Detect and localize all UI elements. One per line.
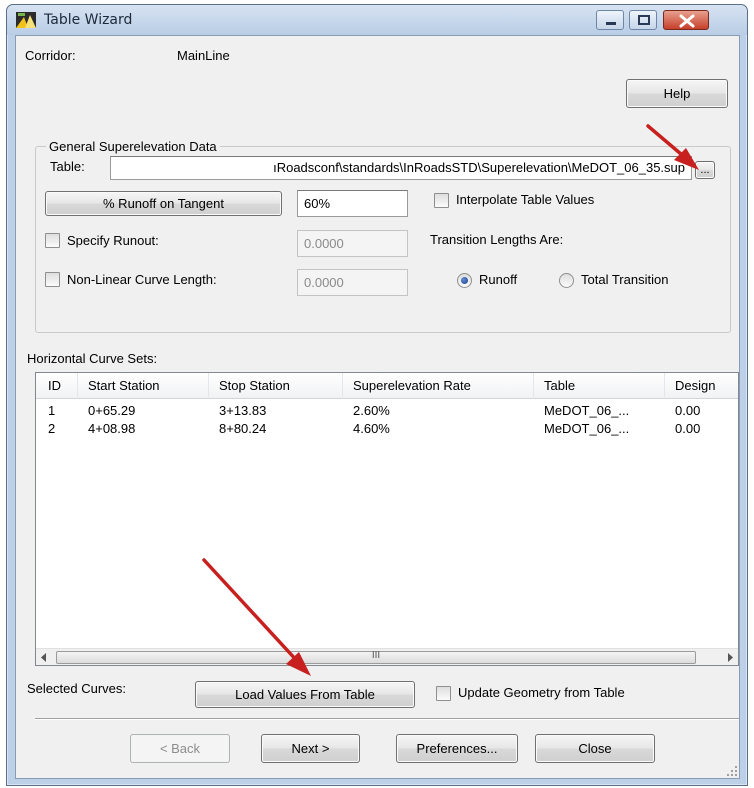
scrollbar-thumb[interactable]: III xyxy=(56,650,696,664)
title-bar[interactable]: Table Wizard xyxy=(7,5,747,35)
curve-sets-label: Horizontal Curve Sets: xyxy=(27,351,158,366)
load-values-button[interactable]: Load Values From Table xyxy=(195,681,415,708)
column-stop-station[interactable]: Stop Station xyxy=(209,373,343,399)
close-button[interactable]: Close xyxy=(535,734,655,763)
selected-curves-label: Selected Curves: xyxy=(27,681,126,696)
scroll-right-icon[interactable] xyxy=(725,652,735,663)
minimize-icon xyxy=(606,22,616,25)
table-row[interactable]: 1 0+65.29 3+13.83 2.60% MeDOT_06_... 0.0… xyxy=(36,402,738,420)
corridor-label: Corridor: xyxy=(25,48,76,63)
scroll-left-icon[interactable] xyxy=(39,652,49,663)
scroll-grip: III xyxy=(371,650,381,661)
maximize-button[interactable] xyxy=(629,10,657,30)
corridor-value: MainLine xyxy=(177,48,230,63)
cell-stop-station: 3+13.83 xyxy=(219,403,267,418)
nonlinear-curve-checkbox[interactable] xyxy=(45,272,60,287)
window-title: Table Wizard xyxy=(44,12,133,28)
total-transition-radio-label: Total Transition xyxy=(581,272,669,287)
update-geometry-label: Update Geometry from Table xyxy=(458,685,625,700)
runoff-percent-value: 60% xyxy=(304,196,331,211)
table-path-text: ıRoadsconf\standards\InRoadsSTD\Superele… xyxy=(273,160,685,175)
inroads-app-icon xyxy=(16,12,36,28)
specify-runout-checkbox[interactable] xyxy=(45,233,60,248)
table-path-field[interactable]: ıRoadsconf\standards\InRoadsSTD\Superele… xyxy=(110,156,692,180)
resize-grip-icon[interactable] xyxy=(726,765,738,777)
preferences-button[interactable]: Preferences... xyxy=(396,734,518,763)
cell-id: 1 xyxy=(48,403,56,418)
minimize-button[interactable] xyxy=(596,10,624,30)
column-table[interactable]: Table xyxy=(534,373,665,399)
close-icon xyxy=(679,14,695,28)
table-row[interactable]: 2 4+08.98 8+80.24 4.60% MeDOT_06_... 0.0… xyxy=(36,420,738,438)
cell-design: 0.00 xyxy=(675,403,701,418)
runoff-on-tangent-button[interactable]: % Runoff on Tangent xyxy=(45,191,282,216)
column-id[interactable]: ID xyxy=(36,373,78,399)
browse-table-button[interactable]: ... xyxy=(695,161,715,179)
total-transition-radio[interactable] xyxy=(559,273,574,288)
nonlinear-curve-field[interactable]: 0.0000 xyxy=(297,269,408,296)
specify-runout-label: Specify Runout: xyxy=(67,233,159,248)
cell-superelevation-rate: 4.60% xyxy=(353,421,390,436)
cell-table: MeDOT_06_... xyxy=(544,403,630,418)
back-button[interactable]: < Back xyxy=(130,734,230,763)
cell-stop-station: 8+80.24 xyxy=(219,421,267,436)
table-label: Table: xyxy=(50,159,85,174)
cell-start-station: 4+08.98 xyxy=(88,421,136,436)
help-button[interactable]: Help xyxy=(626,79,728,108)
cell-design: 0.00 xyxy=(675,421,701,436)
cell-superelevation-rate: 2.60% xyxy=(353,403,390,418)
column-superelevation-rate[interactable]: Superelevation Rate xyxy=(343,373,534,399)
runoff-radio[interactable] xyxy=(457,273,472,288)
footer-separator xyxy=(35,718,739,720)
maximize-icon xyxy=(638,15,650,25)
runoff-radio-label: Runoff xyxy=(479,272,518,287)
cell-start-station: 0+65.29 xyxy=(88,403,136,418)
table-wizard-window: Table Wizard Corridor: MainLine Help Gen… xyxy=(6,4,748,786)
dialog-client-area: Corridor: MainLine Help General Superele… xyxy=(15,35,740,779)
column-design[interactable]: Design xyxy=(665,373,738,399)
nonlinear-curve-value: 0.0000 xyxy=(304,275,344,290)
interpolate-label: Interpolate Table Values xyxy=(456,192,595,207)
group-title: General Superelevation Data xyxy=(46,139,220,154)
specify-runout-value: 0.0000 xyxy=(304,236,344,251)
runoff-percent-field[interactable]: 60% xyxy=(297,190,408,217)
specify-runout-field[interactable]: 0.0000 xyxy=(297,230,408,257)
curve-sets-list[interactable]: ID Start Station Stop Station Supereleva… xyxy=(35,372,739,666)
cell-table: MeDOT_06_... xyxy=(544,421,630,436)
horizontal-scrollbar[interactable]: III xyxy=(36,648,738,665)
interpolate-checkbox[interactable] xyxy=(434,193,449,208)
update-geometry-checkbox[interactable] xyxy=(436,686,451,701)
close-window-button[interactable] xyxy=(663,10,709,30)
next-button[interactable]: Next > xyxy=(261,734,360,763)
column-start-station[interactable]: Start Station xyxy=(78,373,209,399)
nonlinear-curve-label: Non-Linear Curve Length: xyxy=(67,272,217,287)
transition-lengths-label: Transition Lengths Are: xyxy=(430,232,564,247)
cell-id: 2 xyxy=(48,421,56,436)
list-header: ID Start Station Stop Station Supereleva… xyxy=(36,373,738,399)
